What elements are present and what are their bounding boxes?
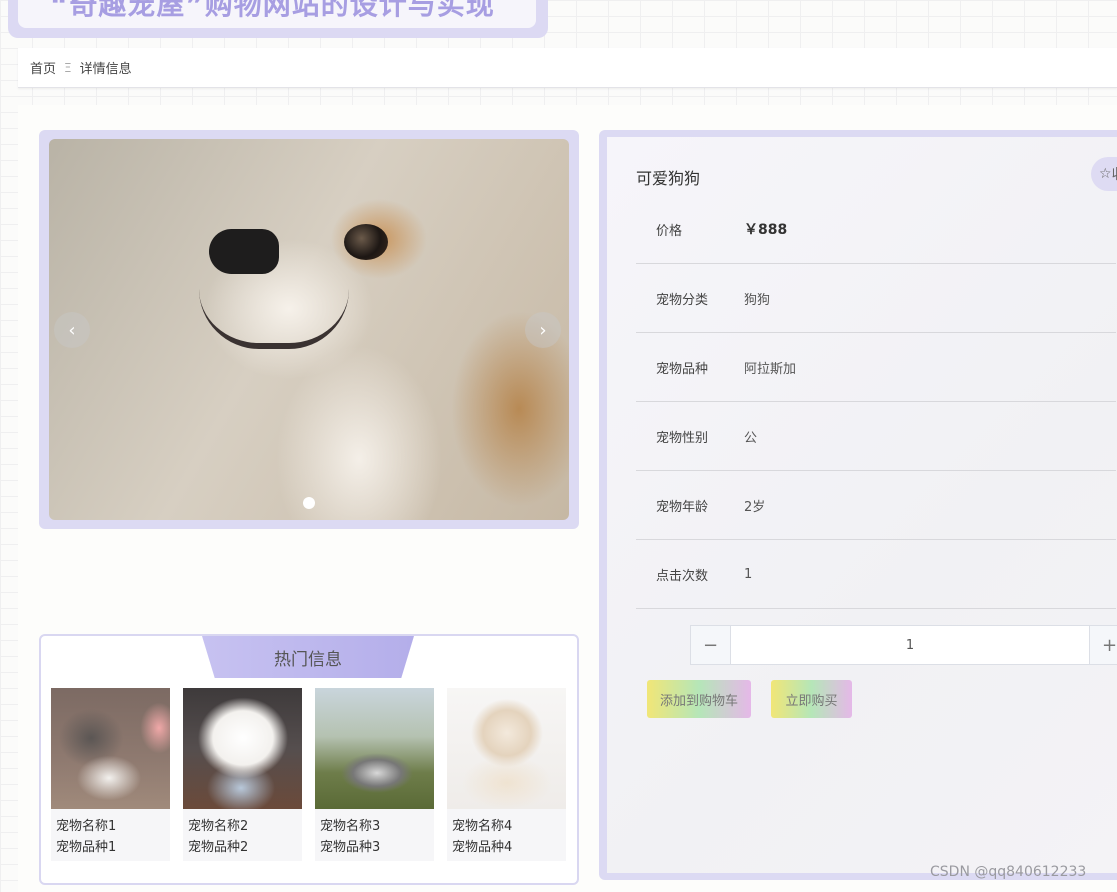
hot-item-name: 宠物名称1 xyxy=(56,819,117,834)
quantity-stepper: − + xyxy=(690,625,1117,665)
title-inner: “奇趣宠屋”购物网站的设计与实现 xyxy=(18,0,536,28)
hot-info-list: 宠物名称1 宠物品种1 宠物名称2 宠物品种2 宠物名称3 宠物品种3 宠物名称… xyxy=(51,688,566,861)
page-title: “奇趣宠屋”购物网站的设计与实现 xyxy=(50,0,495,21)
info-label: 宠物分类 xyxy=(656,292,709,308)
add-to-cart-button[interactable]: 添加到购物车 xyxy=(647,680,751,718)
info-value: 狗狗 xyxy=(744,292,771,308)
hot-item-breed: 宠物品种4 xyxy=(452,840,513,855)
siamese-cat-photo[interactable] xyxy=(447,688,566,809)
breadcrumb-current: 详情信息 xyxy=(79,62,132,77)
carousel-image-dog: ‹ › xyxy=(49,139,569,520)
hot-item-breed: 宠物品种1 xyxy=(56,840,117,855)
info-row-category: 宠物分类 狗狗 xyxy=(636,264,1116,333)
detail-panel: 可爱狗狗 ☆ 收 价格 ￥888 宠物分类 狗狗 宠物品种 阿拉斯加 宠物性别 … xyxy=(599,130,1117,880)
info-value: 公 xyxy=(744,430,758,446)
carousel-prev-button[interactable]: ‹ xyxy=(54,312,90,348)
info-value: 1 xyxy=(744,566,753,582)
buy-now-button[interactable]: 立即购买 xyxy=(771,680,852,718)
favorite-button[interactable]: ☆ 收 xyxy=(1091,157,1117,191)
quantity-increase-button[interactable]: + xyxy=(1089,626,1117,664)
info-row-price: 价格 ￥888 xyxy=(636,195,1116,264)
dog-eye xyxy=(344,224,388,260)
detail-info-table: 价格 ￥888 宠物分类 狗狗 宠物品种 阿拉斯加 宠物性别 公 宠物年龄 2岁… xyxy=(636,195,1116,609)
info-label: 宠物年龄 xyxy=(656,499,709,515)
dog-nose xyxy=(209,229,279,274)
hot-info-title: 热门信息 xyxy=(202,636,414,678)
info-value: 阿拉斯加 xyxy=(744,361,797,377)
info-label: 宠物品种 xyxy=(656,361,709,377)
quantity-decrease-button[interactable]: − xyxy=(691,626,731,664)
hot-item[interactable]: 宠物名称1 宠物品种1 xyxy=(51,688,170,861)
breadcrumb-home[interactable]: 首页 xyxy=(30,58,56,77)
hot-item-name: 宠物名称3 xyxy=(320,819,381,834)
info-label: 宠物性别 xyxy=(656,430,709,446)
title-banner: “奇趣宠屋”购物网站的设计与实现 xyxy=(8,0,548,38)
info-label: 价格 xyxy=(656,223,683,239)
quantity-input[interactable] xyxy=(731,626,1089,664)
carousel-indicator-dot[interactable] xyxy=(303,497,315,509)
info-row-gender: 宠物性别 公 xyxy=(636,402,1116,471)
hot-item[interactable]: 宠物名称2 宠物品种2 xyxy=(183,688,302,861)
hot-item-text: 宠物名称3 宠物品种3 xyxy=(315,809,434,861)
poodle-photo[interactable] xyxy=(183,688,302,809)
info-label: 点击次数 xyxy=(656,568,709,584)
info-row-breed: 宠物品种 阿拉斯加 xyxy=(636,333,1116,402)
hot-item-breed: 宠物品种3 xyxy=(320,840,381,855)
hot-item[interactable]: 宠物名称3 宠物品种3 xyxy=(315,688,434,861)
dog-mouth xyxy=(199,289,349,349)
breadcrumb-separator-icon: Ξ xyxy=(64,60,72,75)
watermark: CSDN @qq840612233 xyxy=(930,864,1087,880)
info-row-clicks: 点击次数 1 xyxy=(636,540,1116,609)
info-row-age: 宠物年龄 2岁 xyxy=(636,471,1116,540)
info-value: 2岁 xyxy=(744,499,766,515)
hot-item-text: 宠物名称2 宠物品种2 xyxy=(183,809,302,861)
carousel: ‹ › xyxy=(39,130,579,529)
hot-info-panel: 热门信息 宠物名称1 宠物品种1 宠物名称2 宠物品种2 宠物名称3 宠物品种3 xyxy=(39,634,579,885)
hot-item-breed: 宠物品种2 xyxy=(188,840,249,855)
breadcrumb: 首页 Ξ 详情信息 xyxy=(18,48,1117,88)
detail-title: 可爱狗狗 xyxy=(636,169,701,188)
info-value: ￥888 xyxy=(744,222,788,238)
favorite-label: 收 xyxy=(1112,164,1117,184)
hot-item-text: 宠物名称4 宠物品种4 xyxy=(447,809,566,861)
cat-photo[interactable] xyxy=(51,688,170,809)
hot-item-name: 宠物名称2 xyxy=(188,819,249,834)
star-icon: ☆ xyxy=(1099,166,1112,182)
husky-photo[interactable] xyxy=(315,688,434,809)
carousel-next-button[interactable]: › xyxy=(525,312,561,348)
hot-item-name: 宠物名称4 xyxy=(452,819,513,834)
hot-item-text: 宠物名称1 宠物品种1 xyxy=(51,809,170,861)
detail-inner: 可爱狗狗 ☆ 收 价格 ￥888 宠物分类 狗狗 宠物品种 阿拉斯加 宠物性别 … xyxy=(607,137,1117,873)
hot-item[interactable]: 宠物名称4 宠物品种4 xyxy=(447,688,566,861)
